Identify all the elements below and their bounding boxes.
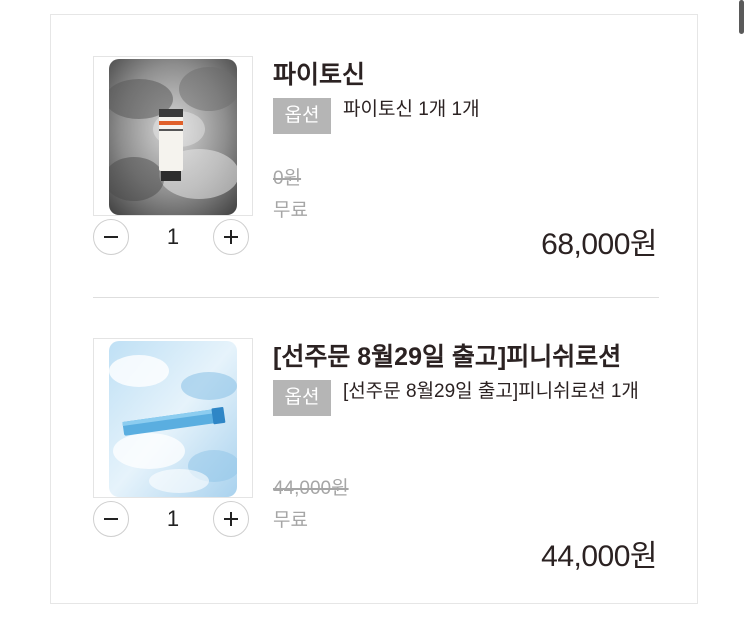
shipping-fee: 무료 bbox=[273, 200, 308, 221]
plus-icon bbox=[224, 512, 238, 526]
product-image-blue-sky bbox=[109, 341, 237, 497]
option-badge: 옵션 bbox=[273, 380, 331, 416]
plus-icon bbox=[224, 230, 238, 244]
minus-icon bbox=[104, 236, 118, 238]
quantity-value: 1 bbox=[166, 224, 180, 249]
product-thumbnail[interactable] bbox=[93, 56, 253, 216]
quantity-stepper: 1 bbox=[93, 499, 253, 539]
item-price: 68,000원 bbox=[541, 228, 657, 261]
decrease-button[interactable] bbox=[93, 219, 129, 255]
minus-icon bbox=[104, 518, 118, 520]
option-text: 파이토신 1개 1개 bbox=[343, 99, 480, 120]
increase-button[interactable] bbox=[213, 501, 249, 537]
product-name[interactable]: 파이토신 bbox=[273, 55, 365, 91]
cart-items-panel: 1 파이토신 옵션 파이토신 1개 1개 0원 무료 68,000원 1 [선주… bbox=[50, 14, 698, 604]
product-thumbnail[interactable] bbox=[93, 338, 253, 498]
quantity-stepper: 1 bbox=[93, 217, 253, 257]
product-image-dark-smoke bbox=[109, 59, 237, 215]
original-price: 44,000원 bbox=[273, 478, 349, 499]
option-text: [선주문 8월29일 출고]피니쉬로션 1개 bbox=[343, 381, 639, 402]
item-divider bbox=[93, 297, 659, 298]
item-price: 44,000원 bbox=[541, 540, 657, 573]
increase-button[interactable] bbox=[213, 219, 249, 255]
option-badge: 옵션 bbox=[273, 98, 331, 134]
quantity-value: 1 bbox=[166, 506, 180, 531]
product-name[interactable]: [선주문 8월29일 출고]피니쉬로션 bbox=[273, 337, 621, 373]
original-price: 0원 bbox=[273, 168, 302, 189]
shipping-fee: 무료 bbox=[273, 510, 308, 531]
decrease-button[interactable] bbox=[93, 501, 129, 537]
page-scrollbar[interactable] bbox=[739, 0, 744, 34]
